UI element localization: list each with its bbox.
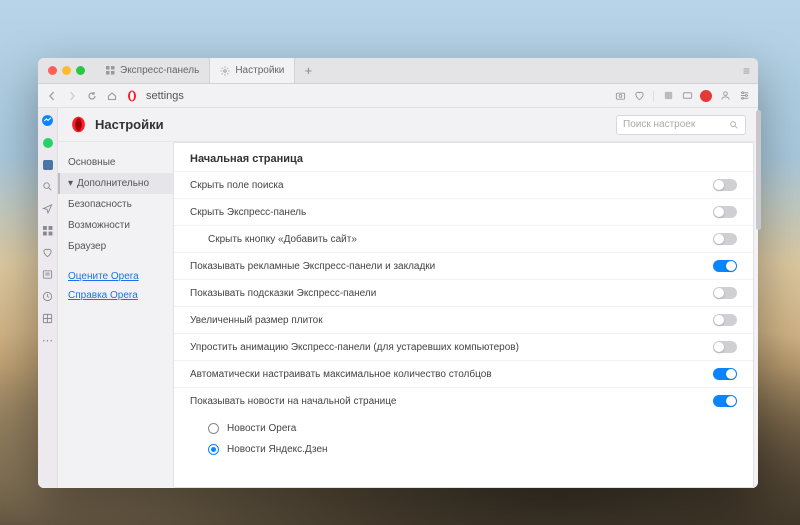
- toggle-switch[interactable]: [713, 314, 737, 326]
- setting-row: Скрыть поле поиска: [174, 171, 753, 198]
- main: Основные ▾Дополнительно Безопасность Воз…: [58, 142, 758, 488]
- search-input[interactable]: Поиск настроек: [616, 115, 746, 135]
- opera-badge-icon: [126, 90, 138, 102]
- toggle-switch[interactable]: [713, 206, 737, 218]
- setting-row: Показывать новости на начальной странице: [174, 387, 753, 414]
- setting-label: Автоматически настраивать максимальное к…: [190, 369, 713, 380]
- nav-rate-opera[interactable]: Оцените Opera: [58, 267, 173, 286]
- tab-speed-dial[interactable]: Экспресс-панель: [95, 58, 210, 83]
- url-field[interactable]: settings: [146, 90, 606, 102]
- menu-icon[interactable]: ≡: [735, 64, 758, 78]
- nav-basic[interactable]: Основные: [58, 152, 173, 173]
- setting-label: Увеличенный размер плиток: [190, 315, 713, 326]
- gear-icon: [220, 66, 230, 76]
- setting-label: Скрыть Экспресс-панель: [190, 207, 713, 218]
- search-placeholder: Поиск настроек: [623, 119, 695, 130]
- setting-row: Показывать рекламные Экспресс-панели и з…: [174, 252, 753, 279]
- vk-icon[interactable]: [41, 158, 54, 171]
- setting-label: Скрыть поле поиска: [190, 180, 713, 191]
- toggle-switch[interactable]: [713, 179, 737, 191]
- extension-icon[interactable]: [662, 90, 674, 102]
- maximize-window-button[interactable]: [76, 66, 85, 75]
- dots-icon[interactable]: ⋯: [41, 334, 54, 347]
- new-tab-button[interactable]: +: [295, 63, 321, 78]
- setting-row: Увеличенный размер плиток: [174, 306, 753, 333]
- tab-settings[interactable]: Настройки: [210, 58, 295, 83]
- back-button[interactable]: [46, 90, 58, 102]
- messenger-icon[interactable]: [41, 114, 54, 127]
- setting-label: Скрыть кнопку «Добавить сайт»: [208, 234, 713, 245]
- radio-label: Новости Opera: [227, 423, 296, 434]
- wallet-icon[interactable]: [681, 90, 693, 102]
- opera-logo-icon: [70, 116, 87, 133]
- tab-label: Экспресс-панель: [120, 65, 199, 76]
- setting-label: Показывать новости на начальной странице: [190, 396, 713, 407]
- whatsapp-icon[interactable]: [41, 136, 54, 149]
- setting-row: Скрыть кнопку «Добавить сайт»: [174, 225, 753, 252]
- nav-security[interactable]: Безопасность: [58, 194, 173, 215]
- home-button[interactable]: [106, 90, 118, 102]
- setting-label: Показывать подсказки Экспресс-панели: [190, 288, 713, 299]
- toggle-switch[interactable]: [713, 233, 737, 245]
- address-bar: settings |: [38, 84, 758, 108]
- nav-features[interactable]: Возможности: [58, 215, 173, 236]
- toggle-switch[interactable]: [713, 287, 737, 299]
- browser-window: Экспресс-панель Настройки + ≡ settings |: [38, 58, 758, 488]
- scrollbar-thumb[interactable]: [756, 110, 761, 230]
- radio-label: Новости Яндекс.Дзен: [227, 444, 328, 455]
- bookmarks-icon[interactable]: [41, 246, 54, 259]
- body: ⋯ Настройки Поиск настроек Основные ▾Доп…: [38, 108, 758, 488]
- profile-icon[interactable]: [719, 90, 731, 102]
- radio-icon: [208, 423, 219, 434]
- settings-nav: Основные ▾Дополнительно Безопасность Воз…: [58, 142, 173, 488]
- search-sidebar-icon[interactable]: [41, 180, 54, 193]
- setting-row: Автоматически настраивать максимальное к…: [174, 360, 753, 387]
- radio-icon: [208, 444, 219, 455]
- tab-bar: Экспресс-панель Настройки + ≡: [38, 58, 758, 84]
- nav-browser[interactable]: Браузер: [58, 236, 173, 257]
- toggle-switch[interactable]: [713, 368, 737, 380]
- settings-panel: Начальная страница Скрыть поле поиска Скр…: [173, 142, 754, 488]
- news-source-group: Новости Opera Новости Яндекс.Дзен: [174, 414, 753, 470]
- nav-help-opera[interactable]: Справка Opera: [58, 286, 173, 305]
- easy-setup-icon[interactable]: [738, 90, 750, 102]
- forward-button[interactable]: [66, 90, 78, 102]
- page-header: Настройки Поиск настроек: [58, 108, 758, 142]
- setting-row: Скрыть Экспресс-панель: [174, 198, 753, 225]
- section-title: Начальная страница: [174, 143, 753, 171]
- minimize-window-button[interactable]: [62, 66, 71, 75]
- heart-icon[interactable]: [633, 90, 645, 102]
- toggle-switch[interactable]: [713, 395, 737, 407]
- flow-icon[interactable]: [41, 202, 54, 215]
- setting-row: Показывать подсказки Экспресс-панели: [174, 279, 753, 306]
- search-icon: [729, 120, 739, 130]
- news-icon[interactable]: [41, 268, 54, 281]
- setting-label: Упростить анимацию Экспресс-панели (для …: [190, 342, 713, 353]
- toggle-switch[interactable]: [713, 341, 737, 353]
- grid-icon: [105, 66, 115, 76]
- content: Настройки Поиск настроек Основные ▾Допол…: [58, 108, 758, 488]
- close-window-button[interactable]: [48, 66, 57, 75]
- nav-advanced[interactable]: ▾Дополнительно: [58, 173, 173, 194]
- sidebar: ⋯: [38, 108, 58, 488]
- extensions-icon[interactable]: [41, 312, 54, 325]
- window-controls: [38, 66, 95, 75]
- page-title: Настройки: [95, 117, 608, 132]
- setting-label: Показывать рекламные Экспресс-панели и з…: [190, 261, 713, 272]
- tab-label: Настройки: [235, 65, 284, 76]
- history-icon[interactable]: [41, 290, 54, 303]
- setting-row: Упростить анимацию Экспресс-панели (для …: [174, 333, 753, 360]
- speed-dial-icon[interactable]: [41, 224, 54, 237]
- adblock-icon[interactable]: [700, 90, 712, 102]
- reload-button[interactable]: [86, 90, 98, 102]
- toggle-switch[interactable]: [713, 260, 737, 272]
- radio-option[interactable]: Новости Яндекс.Дзен: [208, 439, 737, 460]
- radio-option[interactable]: Новости Opera: [208, 418, 737, 439]
- camera-icon[interactable]: [614, 90, 626, 102]
